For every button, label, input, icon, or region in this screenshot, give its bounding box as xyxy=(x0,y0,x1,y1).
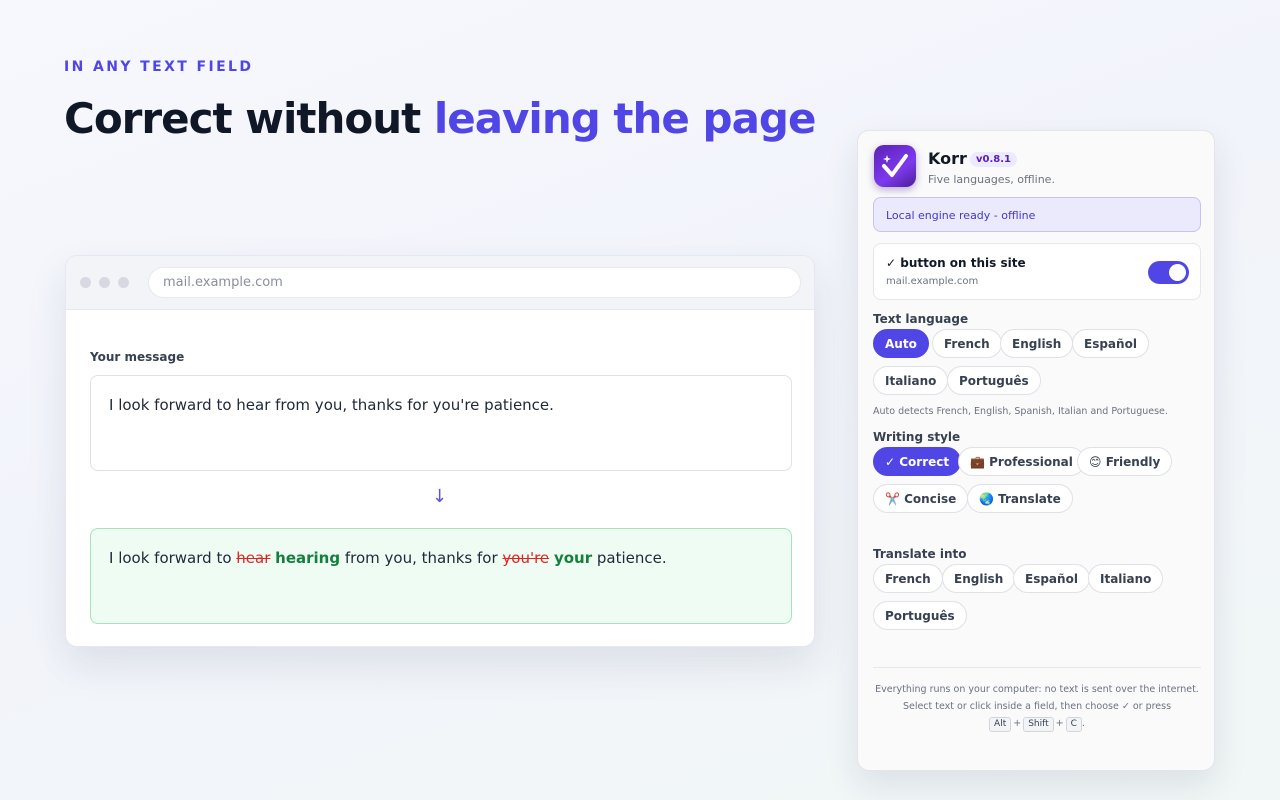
language-hint: Auto detects French, English, Spanish, I… xyxy=(873,406,1168,417)
app-name: Korr xyxy=(928,149,967,168)
result-text: I look forward to xyxy=(109,549,237,567)
removed-word: you're xyxy=(502,549,550,567)
toggle-knob xyxy=(1169,264,1186,281)
page-title: Correct without leaving the page xyxy=(64,94,817,143)
eyebrow: IN ANY TEXT FIELD xyxy=(64,59,254,75)
result-text: patience. xyxy=(592,549,667,567)
window-dot-2 xyxy=(99,277,110,288)
app-tagline: Five languages, offline. xyxy=(928,173,1055,186)
removed-word: hear xyxy=(236,549,271,567)
version-badge: v0.8.1 xyxy=(970,152,1017,167)
message-field-label: Your message xyxy=(90,350,185,364)
site-toggle-card: ✓ button on this site mail.example.com xyxy=(873,243,1201,300)
window-dot-3 xyxy=(118,277,129,288)
divider xyxy=(873,667,1201,668)
privacy-footer: Everything runs on your computer: no tex… xyxy=(868,681,1206,732)
message-input[interactable]: I look forward to hear from you, thanks … xyxy=(90,375,792,471)
translate-chip-english[interactable]: English xyxy=(942,564,1016,593)
writing-style-label: Writing style xyxy=(873,430,961,444)
text-language-label: Text language xyxy=(873,312,969,326)
style-chip-translate[interactable]: 🌏 Translate xyxy=(967,484,1073,513)
shortcut-hint: Alt + Shift + C. xyxy=(868,715,1206,732)
address-bar[interactable]: mail.example.com xyxy=(148,267,801,298)
title-accent: leaving the page xyxy=(433,94,817,143)
style-chip-professional[interactable]: 💼 Professional xyxy=(958,447,1085,476)
site-toggle-title: ✓ button on this site xyxy=(886,256,1026,270)
translate-chip-espanol[interactable]: Español xyxy=(1013,564,1090,593)
inserted-word: hearing xyxy=(275,549,341,567)
translate-chip-french[interactable]: French xyxy=(873,564,943,593)
translate-chip-portugues[interactable]: Português xyxy=(873,601,967,630)
arrow-down-icon: ↓ xyxy=(432,486,448,507)
window-dot-1 xyxy=(80,277,91,288)
extension-popup: Korr v0.8.1 Five languages, offline. Loc… xyxy=(857,130,1215,771)
site-enable-toggle[interactable] xyxy=(1148,261,1189,284)
language-chip-italiano[interactable]: Italiano xyxy=(873,366,949,395)
app-logo-icon xyxy=(874,145,916,187)
footer-line-1: Everything runs on your computer: no tex… xyxy=(875,684,1199,695)
key-c: C xyxy=(1065,717,1082,732)
footer-line-2: Select text or click inside a field, the… xyxy=(902,701,1172,712)
engine-status-banner: Local engine ready - offline xyxy=(873,197,1201,232)
browser-toolbar: mail.example.com xyxy=(66,256,814,310)
footer-end: . xyxy=(1081,718,1085,729)
key-shift: Shift xyxy=(1023,717,1054,732)
translate-into-label: Translate into xyxy=(873,547,967,561)
key-alt: Alt xyxy=(989,717,1012,732)
style-chip-concise[interactable]: ✂️ Concise xyxy=(873,484,969,513)
language-chip-portugues[interactable]: Português xyxy=(947,366,1041,395)
language-chip-auto[interactable]: Auto xyxy=(873,329,929,358)
inserted-word: your xyxy=(553,549,593,567)
site-host: mail.example.com xyxy=(886,276,979,287)
title-plain: Correct without xyxy=(64,94,434,143)
language-chip-french[interactable]: French xyxy=(932,329,1002,358)
language-chip-english[interactable]: English xyxy=(1000,329,1074,358)
translate-chip-italiano[interactable]: Italiano xyxy=(1088,564,1164,593)
result-text: from you, thanks for xyxy=(340,549,503,567)
style-chip-friendly[interactable]: 😊 Friendly xyxy=(1077,447,1173,476)
corrected-text-preview: I look forward to hear hearing from you,… xyxy=(90,528,792,624)
browser-mockup: mail.example.com Your message I look for… xyxy=(65,255,815,647)
language-chip-espanol[interactable]: Español xyxy=(1072,329,1149,358)
style-chip-correct[interactable]: ✓ Correct xyxy=(873,447,962,476)
